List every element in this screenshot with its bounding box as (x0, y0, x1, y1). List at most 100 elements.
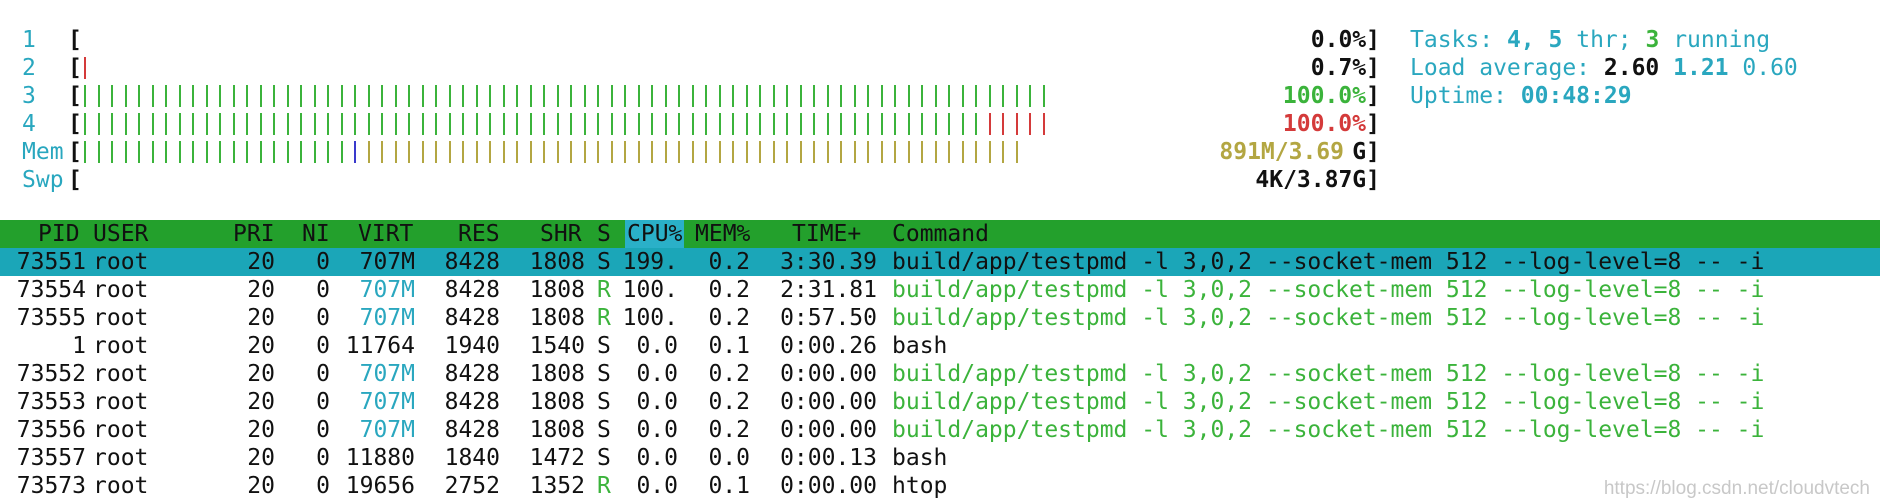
tasks-label: Tasks: (1410, 27, 1494, 53)
process-res: 2752 (444, 473, 500, 499)
meter-tick (529, 113, 532, 135)
process-row[interactable]: 73573 root 20 0 19656 2752 1352 R 0.0 0.1 0:00.00 h… (0, 472, 1880, 500)
running-count: 3 (1645, 27, 1660, 53)
load-average-label: Load average: (1410, 55, 1591, 81)
meter-tick (651, 113, 653, 135)
meter-tick (435, 141, 437, 163)
meter-tick (799, 141, 802, 163)
process-user: root (93, 389, 149, 415)
meter-tick (840, 113, 842, 135)
meter-tick (988, 85, 991, 107)
meter-tick (273, 85, 275, 107)
meter-tick (705, 141, 707, 163)
meter-tick (705, 85, 707, 107)
meter-tick (637, 113, 640, 135)
meter-tick (759, 141, 761, 163)
column-header-time[interactable]: TIME+ (792, 220, 861, 248)
process-res: 1840 (444, 445, 500, 471)
column-header-command[interactable]: Command (892, 220, 989, 248)
meter-tick (489, 113, 491, 135)
process-row[interactable]: 73551 root 20 0 707M 8428 1808 S 199. 0.2 3:30.39 b… (0, 248, 1880, 276)
column-header-pid[interactable]: PID (38, 220, 80, 248)
meter-tick (732, 85, 734, 107)
meter-tick (340, 141, 343, 163)
column-header-mem[interactable]: MEM% (695, 220, 750, 248)
meter-tick (165, 85, 167, 107)
meter-tick (894, 113, 896, 135)
process-res: 8428 (444, 249, 500, 275)
column-header-cpu-sorted[interactable]: CPU% (625, 220, 685, 248)
meter-tick (97, 113, 100, 135)
column-header-res[interactable]: RES (458, 220, 500, 248)
column-header-virt[interactable]: VIRT (358, 220, 413, 248)
meter-tick (354, 113, 356, 135)
column-header-user[interactable]: USER (93, 220, 148, 248)
tasks-count: 4, (1506, 27, 1535, 53)
meter-tick (1002, 113, 1004, 135)
column-header-ni[interactable]: NI (302, 220, 330, 248)
meter-tick (664, 85, 667, 107)
meter-tick (232, 113, 235, 135)
meter-tick (151, 141, 154, 163)
meter-swp: Swp[4K/3.87G] (0, 166, 1380, 194)
meter-tick (421, 113, 424, 135)
process-res: 8428 (444, 361, 500, 387)
meter-value: 891M/3.69 (1219, 139, 1344, 165)
meter-tick (988, 141, 991, 163)
process-row[interactable]: 73552 root 20 0 707M 8428 1808 S 0.0 0.2 0:00.00 bu… (0, 360, 1880, 388)
meter-tick (421, 85, 424, 107)
meter-tick (799, 85, 802, 107)
meter-tick (1015, 113, 1018, 135)
meter-label: 3 (22, 83, 36, 109)
process-time: 0:00.00 (780, 361, 877, 387)
process-virt: 11764 (345, 333, 415, 359)
meter-label: Swp (22, 167, 64, 193)
process-row[interactable]: 73553 root 20 0 707M 8428 1808 S 0.0 0.2 0:00.00 bu… (0, 388, 1880, 416)
meter-tick (624, 85, 626, 107)
process-res: 8428 (444, 305, 500, 331)
meter-tick (934, 141, 937, 163)
meter-tick (907, 141, 910, 163)
process-user: root (93, 277, 149, 303)
meter-tick (786, 141, 788, 163)
meter-tick (138, 113, 140, 135)
process-mem: 0.1 (708, 473, 750, 499)
meter-tick (408, 113, 410, 135)
meter-tick (894, 85, 896, 107)
process-row[interactable]: 73556 root 20 0 707M 8428 1808 S 0.0 0.2 0:00.00 bu… (0, 416, 1880, 444)
process-virt: 11880 (345, 445, 415, 471)
meter-tick (232, 85, 235, 107)
process-mem: 0.2 (708, 249, 750, 275)
meter-tick (475, 113, 478, 135)
meter-tick (475, 85, 478, 107)
process-row[interactable]: 73554 root 20 0 707M 8428 1808 R 100. 0.2 2:31.81 b… (0, 276, 1880, 304)
column-header-state[interactable]: S (597, 220, 611, 248)
process-row[interactable]: 1 root 20 0 11764 1940 1540 S 0.0 0.1 0:00.26 bash (0, 332, 1880, 360)
process-user: root (93, 417, 149, 443)
meter-tick (570, 141, 572, 163)
process-row[interactable]: 73557 root 20 0 11880 1840 1472 S 0.0 0.0 0:00.13 b… (0, 444, 1880, 472)
meter-tick (691, 141, 694, 163)
meter-tick (124, 85, 127, 107)
process-shr: 1352 (529, 473, 585, 499)
meter-tick (84, 113, 86, 135)
process-shr: 1808 (529, 305, 585, 331)
meter-tick (1029, 85, 1031, 107)
process-time: 0:00.26 (780, 333, 877, 359)
process-cpu: 199. (622, 249, 678, 275)
column-header-shr[interactable]: SHR (540, 220, 582, 248)
process-pid: 73552 (16, 361, 86, 387)
meter-2: 2 [0.7%] (0, 54, 1380, 82)
meter-bar (84, 57, 98, 79)
process-row[interactable]: 73555 root 20 0 707M 8428 1808 R 100. 0.2 0:57.50 b… (0, 304, 1880, 332)
column-header-pri[interactable]: PRI (233, 220, 275, 248)
meter-tick (732, 141, 734, 163)
meter-tick (394, 141, 397, 163)
meter-tick (313, 113, 316, 135)
meter-label: Mem (22, 139, 64, 165)
process-time: 0:57.50 (780, 305, 877, 331)
meter-tick (138, 85, 140, 107)
meter-tick (259, 85, 262, 107)
meter-tick (300, 85, 302, 107)
meter-tick (516, 113, 518, 135)
